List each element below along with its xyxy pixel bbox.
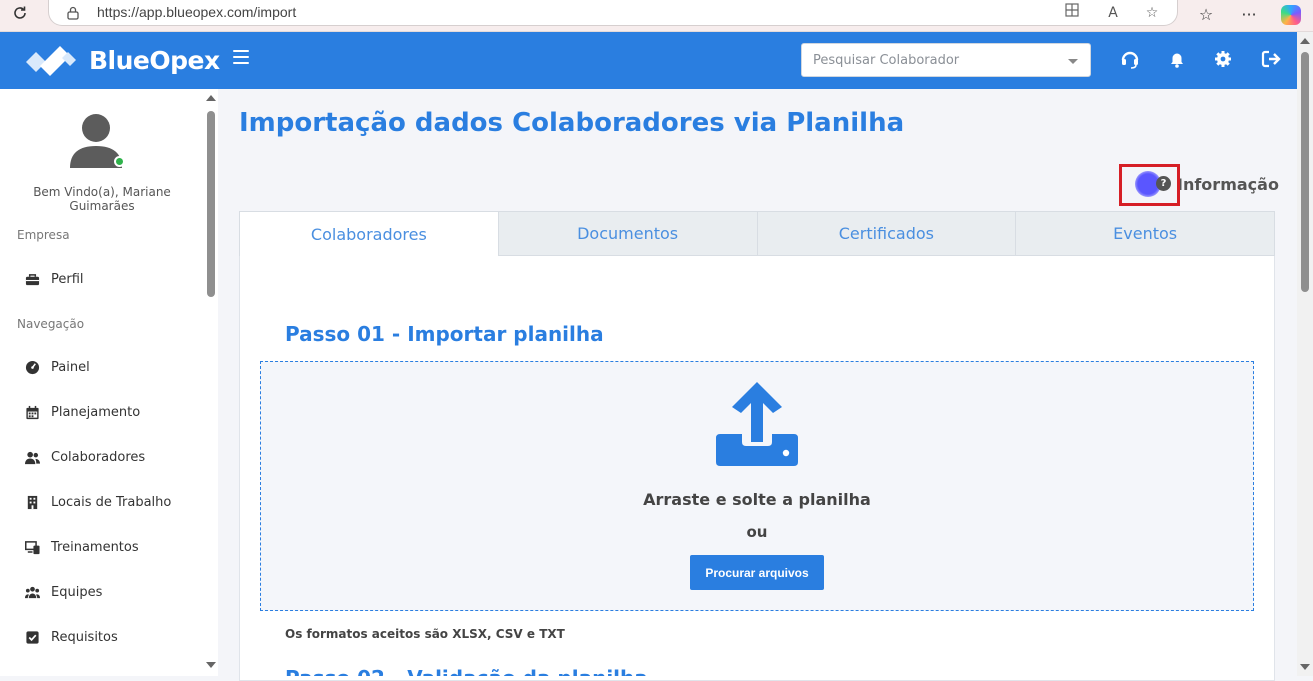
step2-title: Passo 02 - Validação da planilha [285,666,648,676]
dropzone-text: Arraste e solte a planilha [643,490,871,509]
page-scroll-thumb[interactable] [1301,52,1309,292]
devices-icon [24,539,40,555]
browse-files-button[interactable]: Procurar arquivos [690,555,824,590]
sidebar-item-treinamentos[interactable]: Treinamentos [24,536,202,558]
team-icon [24,584,40,600]
tab-documentos[interactable]: Documentos [498,211,758,256]
app-grid-icon[interactable] [1062,3,1082,23]
logo-icon[interactable] [24,44,78,76]
sidebar-item-perfil[interactable]: Perfil [24,268,202,290]
sidebar-item-label: Requisitos [51,629,118,645]
welcome-text: Bem Vindo(a), Mariane Guimarães [33,185,171,213]
highlight-box [1119,164,1180,206]
sidebar-item-label: Locais de Trabalho [51,494,172,510]
checkbox-icon [24,629,40,645]
headset-icon[interactable] [1119,48,1141,70]
sidebar-item-label: Planejamento [51,404,141,420]
app-header: BlueOpex Pesquisar Colaborador [0,32,1297,89]
sidebar: Bem Vindo(a), Mariane Guimarães Empresa … [0,89,218,676]
refresh-icon[interactable] [8,4,32,28]
sidebar-item-label: Equipes [51,584,103,600]
import-tabs: Colaboradores Documentos Certificados Ev… [239,211,1275,256]
more-options-icon[interactable]: ··· [1237,3,1261,27]
sidebar-item-label: Treinamentos [51,539,139,555]
calendar-icon [24,404,40,420]
section-label-navegacao: Navegação [17,317,85,331]
online-status-dot [114,156,125,167]
lock-icon [67,5,79,20]
or-text: ou [746,523,768,541]
sidebar-item-label: Colaboradores [51,449,146,465]
search-collaborator-select[interactable]: Pesquisar Colaborador [801,43,1091,77]
accepted-formats-note: Os formatos aceitos são XLSX, CSV e TXT [285,627,565,641]
bell-icon[interactable] [1166,48,1188,70]
scroll-up-icon[interactable] [206,95,216,101]
info-link[interactable]: Informação [1177,175,1279,194]
favorites-icon[interactable]: ☆ [1194,3,1218,27]
scroll-down-icon[interactable] [1300,664,1310,670]
sidebar-scrollbar[interactable] [204,89,218,676]
sidebar-item-equipes[interactable]: Equipes [24,581,202,603]
sidebar-item-painel[interactable]: Painel [24,356,202,378]
gear-icon[interactable] [1212,48,1234,70]
sidebar-item-colaboradores[interactable]: Colaboradores [24,446,202,468]
chevron-down-icon [1068,59,1078,64]
browser-toolbar: https://app.blueopex.com/import A ☆ ☆ ··… [0,0,1313,32]
sidebar-scroll-thumb[interactable] [207,111,215,297]
brand-name[interactable]: BlueOpex [89,46,220,75]
tab-certificados[interactable]: Certificados [757,211,1017,256]
sidebar-item-label: Painel [51,359,90,375]
favorite-star-icon[interactable]: ☆ [1142,3,1162,23]
sidebar-item-planejamento[interactable]: Planejamento [24,401,202,423]
building-icon [24,494,40,510]
menu-toggle-icon[interactable] [233,50,249,64]
tab-eventos[interactable]: Eventos [1016,211,1275,256]
step1-title: Passo 01 - Importar planilha [285,322,604,346]
upload-icon [714,380,800,468]
dashboard-icon [24,359,40,375]
briefcase-icon [24,271,40,287]
page-scrollbar[interactable] [1297,32,1313,676]
search-placeholder: Pesquisar Colaborador [813,53,960,68]
logout-icon[interactable] [1260,48,1282,70]
address-bar[interactable]: https://app.blueopex.com/import A ☆ [48,0,1178,26]
read-aloud-icon[interactable]: A [1103,3,1123,23]
users-icon [24,449,40,465]
scroll-up-icon[interactable] [1300,38,1310,44]
sidebar-item-locais[interactable]: Locais de Trabalho [24,491,202,513]
sidebar-item-label: Perfil [51,271,84,287]
section-label-empresa: Empresa [17,228,70,242]
scroll-down-icon[interactable] [206,662,216,668]
copilot-icon[interactable] [1281,5,1301,25]
page-title: Importação dados Colaboradores via Plani… [239,108,905,138]
url-text: https://app.blueopex.com/import [97,4,297,20]
tab-colaboradores[interactable]: Colaboradores [239,211,499,256]
sidebar-item-requisitos[interactable]: Requisitos [24,626,202,648]
